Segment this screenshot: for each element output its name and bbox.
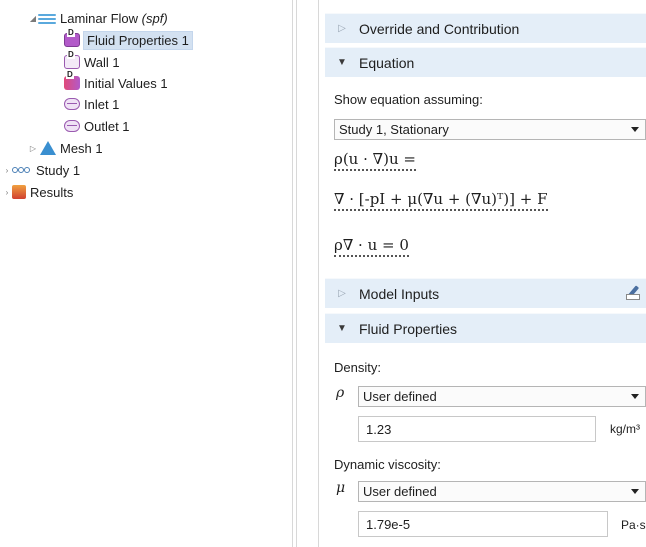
fluid-properties-icon: [64, 29, 80, 47]
mesh-icon: [40, 141, 56, 155]
section-equation[interactable]: ▼ Equation: [325, 47, 646, 77]
splitter-line[interactable]: [296, 0, 297, 547]
results-icon: [12, 185, 26, 199]
initial-values-icon: [64, 71, 80, 90]
equation-momentum-rhs: ∇ · [-pI + μ(∇u + (∇u)ᵀ)] + F: [334, 190, 548, 211]
boundary-icon: [64, 98, 80, 110]
laminar-flow-icon: [38, 11, 56, 25]
density-source-select[interactable]: User defined: [358, 386, 646, 407]
boundary-icon: [64, 120, 80, 132]
tree-node-label: Wall 1: [84, 54, 120, 70]
study-select[interactable]: Study 1, Stationary: [334, 119, 646, 140]
viscosity-symbol: μ: [336, 480, 346, 496]
expanded-arrow-icon[interactable]: ◢: [28, 14, 38, 23]
tree-node-label: Laminar Flow (spf): [60, 10, 168, 26]
tree-node-laminar-flow[interactable]: ◢ Laminar Flow (spf): [28, 8, 168, 28]
collapsed-triangle-icon: ▷: [338, 288, 346, 299]
tree-node-label: Outlet 1: [84, 118, 130, 134]
field-value: 1.23: [366, 421, 392, 437]
dropdown-arrow-icon: [631, 394, 639, 399]
tree-node-label: Inlet 1: [84, 96, 120, 112]
tree-node-study[interactable]: › Study 1: [2, 160, 80, 180]
tree-node-initial-values[interactable]: Initial Values 1: [64, 71, 168, 93]
dropdown-arrow-icon: [631, 489, 639, 494]
section-fluid-properties[interactable]: ▼ Fluid Properties: [325, 313, 646, 343]
dynamic-viscosity-label: Dynamic viscosity:: [334, 457, 441, 472]
edit-icon[interactable]: [626, 286, 640, 300]
select-value: User defined: [363, 484, 437, 499]
density-symbol: ρ: [336, 385, 345, 401]
section-model-inputs[interactable]: ▷ Model Inputs: [325, 278, 646, 308]
model-builder-tree: ◢ Laminar Flow (spf) Fluid Properties 1 …: [0, 0, 290, 547]
tree-node-label: Initial Values 1: [84, 75, 168, 91]
density-input[interactable]: 1.23: [358, 416, 596, 442]
wall-icon: [64, 51, 80, 69]
section-title: Equation: [359, 54, 415, 71]
show-equation-label: Show equation assuming:: [334, 92, 483, 107]
dropdown-arrow-icon: [631, 127, 639, 132]
section-title: Override and Contribution: [359, 20, 520, 37]
viscosity-source-select[interactable]: User defined: [358, 481, 646, 502]
select-value: User defined: [363, 389, 437, 404]
section-title: Fluid Properties: [359, 320, 458, 337]
section-title: Model Inputs: [359, 285, 440, 302]
settings-panel: ▷ Override and Contribution ▼ Equation S…: [325, 0, 646, 547]
tree-node-label: Mesh 1: [60, 140, 103, 156]
tree-node-results[interactable]: › Results: [2, 182, 74, 202]
viscosity-unit: Pa·s: [621, 518, 646, 532]
panel-border: [318, 0, 319, 547]
tree-node-fluid-properties[interactable]: Fluid Properties 1: [64, 29, 193, 50]
tree-node-label: Results: [30, 184, 74, 200]
collapsed-arrow-icon[interactable]: ▷: [28, 144, 38, 153]
tree-node-label: Study 1: [36, 162, 81, 178]
study-icon: [12, 164, 32, 176]
collapsed-triangle-icon: ▷: [338, 23, 346, 34]
tree-node-outlet[interactable]: Outlet 1: [64, 116, 130, 136]
collapsed-arrow-icon[interactable]: ›: [2, 166, 12, 175]
expanded-triangle-icon: ▼: [337, 323, 347, 334]
tree-node-label: Fluid Properties 1: [83, 30, 193, 50]
expanded-triangle-icon: ▼: [337, 57, 347, 68]
field-value: 1.79e-5: [366, 516, 411, 532]
collapsed-arrow-icon[interactable]: ›: [2, 188, 12, 197]
density-label: Density:: [334, 360, 381, 375]
splitter-line[interactable]: [292, 0, 293, 547]
tree-node-mesh[interactable]: ▷ Mesh 1: [28, 138, 103, 158]
viscosity-input[interactable]: 1.79e-5: [358, 511, 608, 537]
density-unit: kg/m³: [610, 422, 640, 436]
select-value: Study 1, Stationary: [339, 122, 449, 137]
section-override-contribution[interactable]: ▷ Override and Contribution: [325, 13, 646, 43]
tree-node-wall[interactable]: Wall 1: [64, 51, 120, 72]
physics-tag: (spf): [141, 10, 168, 26]
equation-momentum-lhs: ρ(u · ∇)u =: [334, 150, 416, 171]
tree-node-inlet[interactable]: Inlet 1: [64, 94, 119, 114]
equation-continuity: ρ∇ · u = 0: [334, 236, 409, 257]
